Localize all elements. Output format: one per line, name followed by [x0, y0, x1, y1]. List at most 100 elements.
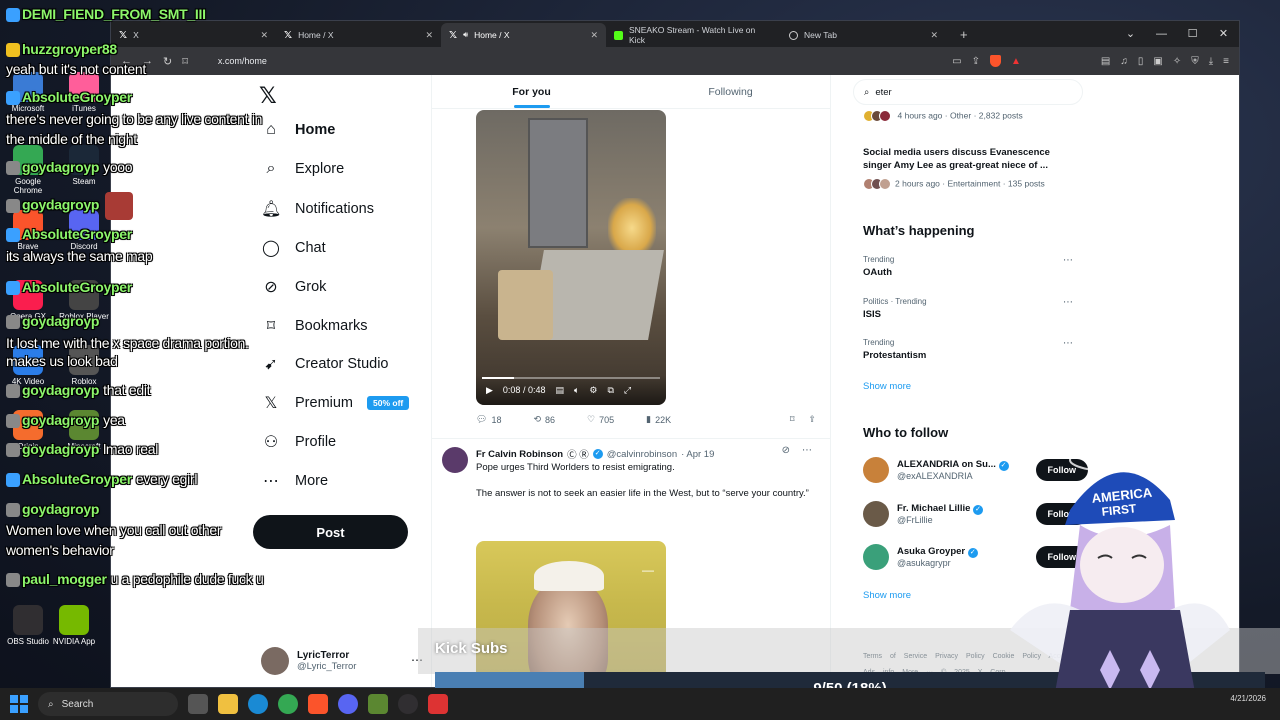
wallet-icon[interactable]: ▣ [1153, 56, 1162, 67]
account-switcher[interactable]: LyricTerror @Lyric_Terror ⋯ [261, 647, 423, 675]
fullscreen-icon[interactable]: ⤢ [624, 385, 631, 396]
follow-suggestion[interactable]: ALEXANDRIA on Su... ✓ @exALEXANDRIA Follow [863, 457, 1088, 483]
follow-button[interactable]: Follow [1035, 502, 1088, 525]
nav-home[interactable]: ⌂ Home [261, 121, 335, 139]
follow-button[interactable]: Follow [1035, 459, 1088, 481]
follow-suggestion[interactable]: Asuka Groyper ✓ @asukagrypr Follow [863, 544, 1088, 570]
avatar[interactable] [863, 457, 889, 483]
desktop-icon-itunes[interactable]: iTunes [56, 72, 112, 113]
show-more-link[interactable]: Show more [863, 590, 911, 601]
nav-profile[interactable]: ⚇ Profile [261, 432, 336, 452]
start-button[interactable] [10, 695, 28, 713]
close-icon[interactable]: ✕ [590, 30, 598, 41]
close-icon[interactable]: ✕ [930, 30, 938, 41]
video-progress-bar[interactable] [482, 377, 660, 379]
author-handle[interactable]: @calvinrobinson [607, 449, 677, 460]
task-view-icon[interactable] [188, 694, 208, 714]
settings-icon[interactable]: ⚙ [589, 385, 597, 396]
back-icon[interactable]: ← [121, 55, 132, 67]
play-icon[interactable]: ▶ [486, 385, 493, 396]
tab-x[interactable]: 𝕏 X ✕ [111, 23, 276, 47]
maximize-button[interactable]: ☐ [1177, 21, 1208, 47]
desktop-icon-opera-gx[interactable]: Opera GX [0, 280, 56, 321]
system-tray-clock[interactable]: 4/21/2026 [1230, 694, 1266, 704]
close-window-button[interactable]: ✕ [1208, 21, 1239, 47]
vpn-icon[interactable]: ⛨ [1191, 56, 1199, 67]
bookmark-icon[interactable]: ⌑ [182, 55, 188, 68]
nav-creator-studio[interactable]: ➹ Creator Studio [261, 354, 388, 374]
tab-for-you[interactable]: For you [432, 75, 631, 108]
file-explorer-icon[interactable] [218, 694, 238, 714]
tab-following[interactable]: Following [631, 75, 830, 108]
trend-item[interactable]: Politics · Trending ISIS ⋯ [863, 297, 1073, 320]
desktop-icon-discord[interactable]: Discord [56, 210, 112, 251]
collapse-icon[interactable]: ⌄ [1115, 21, 1146, 47]
more-icon[interactable]: ⋯ [802, 445, 812, 456]
taskbar-search[interactable]: ⌕ Search [38, 692, 178, 716]
new-tab-button[interactable]: + [960, 27, 968, 42]
pip-icon[interactable]: ⧉ [607, 385, 613, 396]
nav-notifications[interactable]: 🔔︎ Notifications [261, 199, 374, 219]
tweet-video[interactable]: ▶ 0:08 / 0:48 ▤ 🔈︎ ⚙ ⧉ ⤢ [476, 110, 666, 405]
repost-button[interactable]: ⟲ 86 [533, 414, 555, 425]
desktop-icon-google-chrome[interactable]: Google Chrome [0, 145, 56, 195]
post-button[interactable]: Post [253, 515, 408, 549]
desktop-icon-roblox-player[interactable]: Roblox Player [56, 280, 112, 321]
more-icon[interactable]: ⋯ [1063, 297, 1073, 308]
avatar[interactable] [863, 500, 889, 527]
news-item[interactable]: 4 hours ago · Other · 2,832 posts [863, 110, 1023, 122]
share-icon[interactable]: ⇪ [808, 414, 816, 425]
close-icon[interactable]: ✕ [260, 30, 268, 41]
extensions-icon[interactable]: ✧ [1173, 56, 1181, 67]
volume-icon[interactable]: 🔈︎ [574, 385, 579, 396]
brave-icon[interactable] [308, 694, 328, 714]
trend-item[interactable]: Trending Protestantism ⋯ [863, 338, 1073, 361]
downloads-icon[interactable]: ⤓ [1209, 56, 1213, 67]
brave-rewards-icon[interactable]: ▲ [1011, 56, 1021, 67]
show-more-link[interactable]: Show more [863, 381, 911, 392]
url-field[interactable]: x.com/home [218, 56, 942, 66]
desktop-icon-4k-video[interactable]: 4K Video [0, 345, 56, 386]
minecraft-icon[interactable] [368, 694, 388, 714]
brave-shields-icon[interactable] [990, 55, 1002, 67]
news-item[interactable]: Social media users discuss Evanescence s… [863, 146, 1068, 190]
nav-more[interactable]: ⋯ More [261, 471, 328, 491]
trend-item[interactable]: Trending OAuth ⋯ [863, 255, 1073, 278]
captions-icon[interactable]: ▤ [555, 385, 564, 396]
tab-home-x-1[interactable]: 𝕏 Home / X ✕ [276, 23, 441, 47]
more-icon[interactable]: ⋯ [1063, 255, 1073, 266]
desktop-icon-microsoft[interactable]: Microsoft [0, 72, 56, 113]
desktop-icon-minecraft[interactable]: Minecraft [56, 410, 112, 451]
avatar[interactable] [863, 544, 889, 570]
menu-icon[interactable]: ≡ [1223, 56, 1229, 67]
desktop-icon-roblox[interactable]: Roblox [56, 345, 112, 386]
minimize-button[interactable]: — [1146, 21, 1177, 47]
follow-button[interactable]: Follow [1035, 546, 1088, 568]
reload-icon[interactable]: ↻ [163, 55, 172, 68]
tab-new-tab[interactable]: New Tab ✕ [781, 23, 946, 47]
nav-explore[interactable]: ⌕ Explore [261, 160, 345, 178]
tab-sneako-kick[interactable]: SNEAKO Stream - Watch Live on Kick [606, 23, 781, 47]
nav-premium[interactable]: 𝕏 Premium 50% off [261, 393, 410, 413]
desktop-icon-origin[interactable]: Origin [0, 410, 56, 451]
nav-chat[interactable]: ◯ Chat [261, 238, 326, 258]
reader-icon[interactable]: ▯ [1138, 56, 1144, 67]
chrome-icon[interactable] [278, 694, 298, 714]
nav-bookmarks[interactable]: ⌑ Bookmarks [261, 316, 368, 336]
music-icon[interactable]: ♫ [1120, 56, 1128, 67]
like-button[interactable]: ♡ 705 [587, 414, 614, 425]
avatar[interactable] [442, 447, 468, 473]
sidebar-icon[interactable]: ▤ [1101, 56, 1110, 67]
share-icon[interactable]: ⇪ [972, 56, 980, 67]
nav-grok[interactable]: ⊘ Grok [261, 277, 326, 297]
screen-cast-icon[interactable]: ▭ [952, 56, 961, 67]
desktop-icon-brave[interactable]: Brave [0, 210, 56, 251]
obs-icon[interactable] [398, 694, 418, 714]
fullscreen-icon[interactable]: — [642, 563, 654, 577]
x-logo-icon[interactable]: 𝕏 [259, 83, 277, 109]
reply-button[interactable]: 💬︎ 18 [476, 414, 501, 425]
follow-suggestion[interactable]: Fr. Michael Lillie ✓ @FrLillie Follow [863, 500, 1088, 527]
search-input[interactable]: ⌕ eter [853, 79, 1083, 105]
forward-icon[interactable]: → [142, 55, 153, 67]
bookmark-icon[interactable]: ⌑ [790, 414, 795, 425]
